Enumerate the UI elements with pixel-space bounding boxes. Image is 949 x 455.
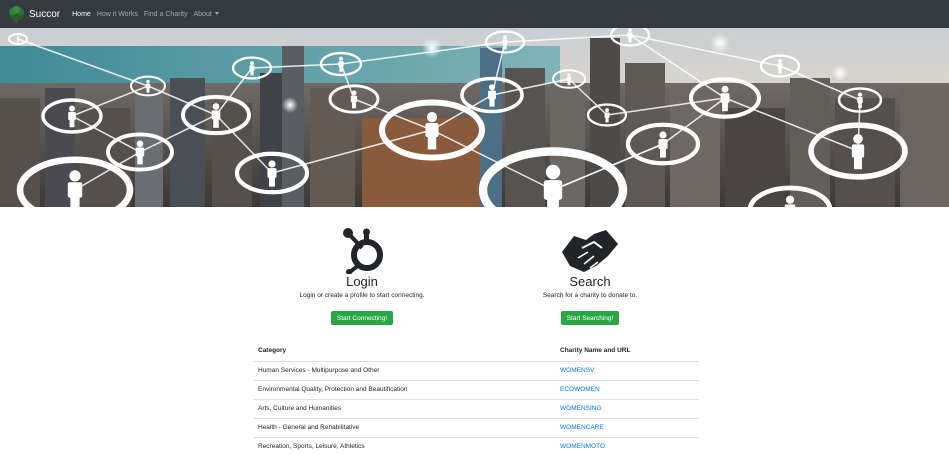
charity-link[interactable]: WOMENMOTO (560, 443, 605, 450)
hubspot-icon (343, 228, 383, 274)
search-description: Search for a charity to donate to. (542, 292, 638, 299)
column-header-category: Category (254, 341, 556, 362)
charity-link[interactable]: WOMENCARE (560, 424, 604, 431)
table-row: Environmental Quality, Protection and Be… (254, 379, 699, 399)
charity-link[interactable]: ECOWOMEN (560, 386, 600, 393)
hero-banner (0, 28, 949, 207)
brand[interactable]: Succor (7, 5, 60, 24)
charity-link[interactable]: WOMENSING (560, 405, 602, 412)
search-title: Search (569, 274, 611, 289)
handshake-icon (562, 230, 618, 272)
category-cell: Human Services - Multipurpose and Other (254, 360, 556, 380)
login-title: Login (346, 274, 378, 289)
column-header-charity: Charity Name and URL (556, 341, 699, 362)
nav-about-dropdown[interactable]: About (194, 11, 219, 18)
nav-find-a-charity[interactable]: Find a Charity (144, 11, 188, 18)
caret-down-icon (214, 12, 219, 16)
city-network-image (0, 28, 949, 207)
nav-how-it-works[interactable]: How it Works (97, 11, 138, 18)
category-cell: Environmental Quality, Protection and Be… (254, 379, 556, 399)
charity-cell: WOMENCARE (556, 417, 699, 437)
login-description: Login or create a profile to start conne… (299, 292, 425, 299)
table-row: Human Services - Multipurpose and Other … (254, 360, 699, 380)
start-searching-button[interactable]: Start Searching! (560, 311, 620, 325)
tree-logo-icon (8, 5, 25, 23)
nav-home[interactable]: Home (72, 11, 91, 18)
nav-about-label: About (193, 10, 212, 18)
table-row: Arts, Culture and Humanities WOMENSING (254, 398, 699, 418)
charity-link[interactable]: WOMENSV (560, 367, 594, 374)
table-row: Recreation, Sports, Leisure, Athletics W… (254, 436, 699, 455)
charity-cell: WOMENSING (556, 398, 699, 418)
charity-cell: WOMENSV (556, 360, 699, 380)
charity-cell: ECOWOMEN (556, 379, 699, 399)
charity-cell: WOMENMOTO (556, 436, 699, 455)
category-cell: Arts, Culture and Humanities (254, 398, 556, 418)
table-row: Health - General and Rehabilitative WOME… (254, 417, 699, 437)
search-feature: Search Search for a charity to donate to… (490, 226, 690, 325)
login-feature: Login Login or create a profile to start… (262, 226, 462, 325)
start-connecting-button[interactable]: Start Connecting! (330, 311, 394, 325)
table-header-row: Category Charity Name and URL (254, 341, 699, 362)
category-cell: Health - General and Rehabilitative (254, 417, 556, 437)
navbar: Succor Home How it Works Find a Charity … (0, 0, 949, 28)
charity-table: Category Charity Name and URL Human Serv… (254, 341, 699, 455)
brand-name: Succor (29, 8, 61, 20)
category-cell: Recreation, Sports, Leisure, Athletics (254, 436, 556, 455)
